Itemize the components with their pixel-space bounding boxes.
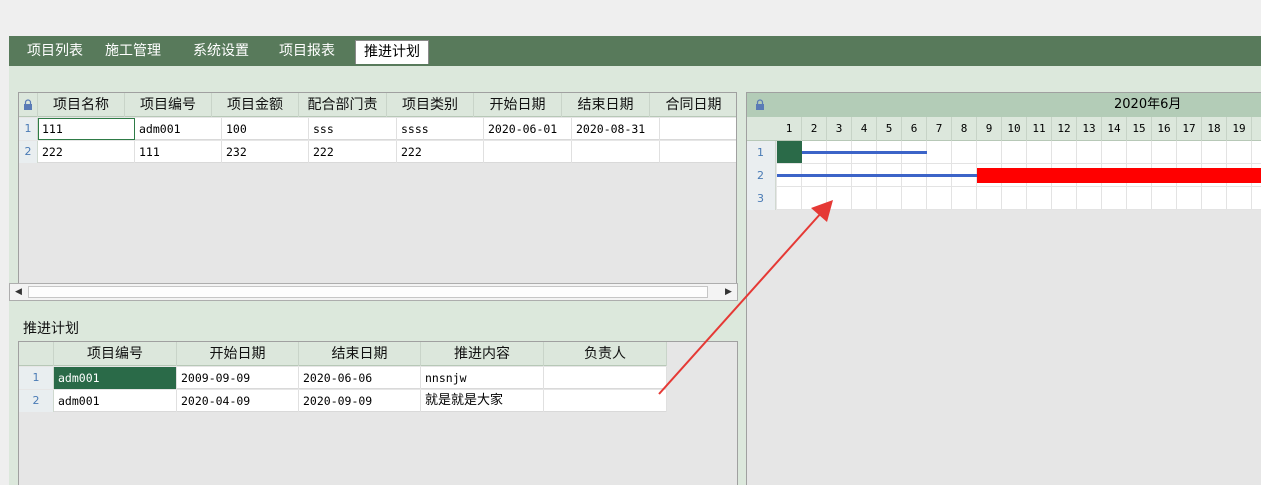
annotation-arrow-icon — [658, 200, 833, 395]
